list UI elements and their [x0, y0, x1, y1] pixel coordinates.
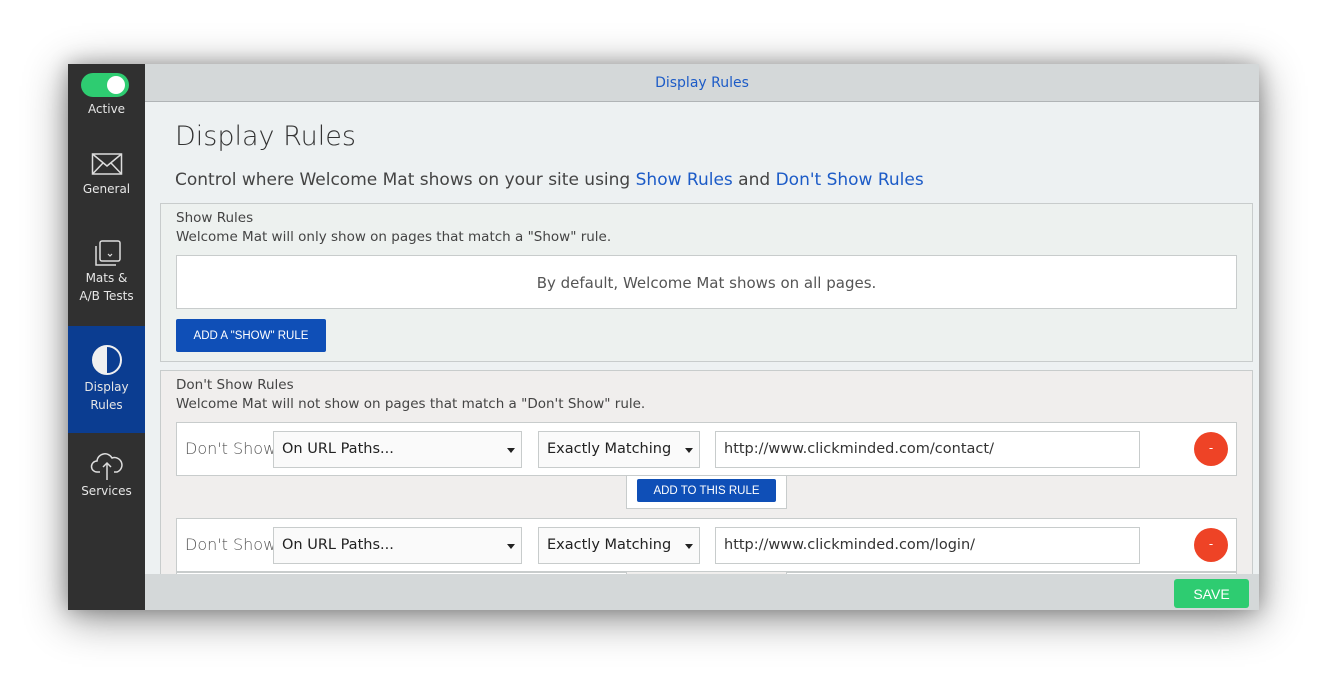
sidebar-item-label: General — [82, 182, 131, 196]
add-to-rule-tab: ADD TO THIS RULE — [626, 476, 787, 509]
select-value: On URL Paths... — [282, 537, 394, 553]
select-value: Exactly Matching — [547, 537, 672, 553]
active-toggle[interactable] — [81, 73, 129, 97]
dont-show-rules-title: Don't Show Rules — [176, 377, 294, 393]
remove-rule-button[interactable]: - — [1194, 528, 1228, 562]
header-title: Display Rules — [655, 75, 749, 91]
sidebar-item-general[interactable]: General — [68, 144, 145, 212]
subtitle-and: and — [732, 170, 776, 190]
match-type-select[interactable]: Exactly Matching — [538, 431, 700, 468]
match-type-select[interactable]: Exactly Matching — [538, 527, 700, 564]
rule-type-select[interactable]: On URL Paths... — [273, 527, 522, 564]
rule-row: Don't Show On URL Paths... Exactly Match… — [176, 518, 1237, 572]
rule-row: Don't Show On URL Paths... Exactly Match… — [176, 422, 1237, 476]
toggle-knob — [107, 76, 125, 94]
dont-show-rules-link[interactable]: Don't Show Rules — [776, 170, 924, 190]
subtitle-text: Control where Welcome Mat shows on your … — [175, 170, 636, 190]
caret-down-icon — [507, 544, 515, 549]
half-circle-icon — [91, 345, 122, 375]
remove-rule-button[interactable]: - — [1194, 432, 1228, 466]
sidebar-item-label: Display — [84, 380, 129, 394]
url-input[interactable]: http://www.clickminded.com/contact/ — [715, 431, 1140, 468]
sidebar-item-label: Services — [81, 484, 132, 498]
dont-show-rules-description: Welcome Mat will not show on pages that … — [176, 396, 646, 412]
add-show-rule-button[interactable]: ADD A "SHOW" RULE — [176, 319, 326, 352]
page-subtitle: Control where Welcome Mat shows on your … — [175, 170, 924, 190]
main-content: Display Rules Control where Welcome Mat … — [145, 102, 1259, 574]
show-rules-link[interactable]: Show Rules — [636, 170, 733, 190]
rule-label: Don't Show — [185, 535, 277, 554]
sidebar-item-services[interactable]: Services — [68, 444, 145, 512]
app-window: Active General Mats & A/B Tests Display … — [68, 64, 1259, 610]
add-to-this-rule-button[interactable]: ADD TO THIS RULE — [637, 479, 776, 502]
show-rules-default-box: By default, Welcome Mat shows on all pag… — [176, 255, 1237, 309]
active-label: Active — [87, 102, 126, 116]
active-toggle-group: Active — [68, 64, 145, 134]
sidebar-item-display-rules[interactable]: Display Rules — [68, 326, 145, 433]
rule-label: Don't Show — [185, 439, 277, 458]
show-rules-description: Welcome Mat will only show on pages that… — [176, 229, 612, 245]
page-title: Display Rules — [175, 121, 356, 152]
envelope-icon — [91, 153, 122, 175]
cloud-upload-icon — [90, 453, 123, 480]
sidebar-item-label: Rules — [90, 398, 123, 412]
stacked-layers-icon — [94, 240, 121, 266]
rule-type-select[interactable]: On URL Paths... — [273, 431, 522, 468]
caret-down-icon — [685, 544, 693, 549]
header-bar: Display Rules — [145, 64, 1259, 102]
footer-bar: SAVE — [145, 574, 1259, 610]
sidebar-item-label: A/B Tests — [79, 289, 134, 303]
default-message: By default, Welcome Mat shows on all pag… — [536, 274, 877, 292]
sidebar: Active General Mats & A/B Tests Display … — [68, 64, 145, 610]
save-button[interactable]: SAVE — [1174, 579, 1249, 608]
sidebar-item-mats-ab-tests[interactable]: Mats & A/B Tests — [68, 229, 145, 319]
show-rules-panel: Show Rules Welcome Mat will only show on… — [160, 203, 1253, 362]
sidebar-item-label: Mats & — [85, 271, 128, 285]
url-input[interactable]: http://www.clickminded.com/login/ — [715, 527, 1140, 564]
caret-down-icon — [507, 448, 515, 453]
dont-show-rules-panel: Don't Show Rules Welcome Mat will not sh… — [160, 370, 1253, 574]
show-rules-title: Show Rules — [176, 210, 254, 226]
select-value: Exactly Matching — [547, 441, 672, 457]
select-value: On URL Paths... — [282, 441, 394, 457]
caret-down-icon — [685, 448, 693, 453]
